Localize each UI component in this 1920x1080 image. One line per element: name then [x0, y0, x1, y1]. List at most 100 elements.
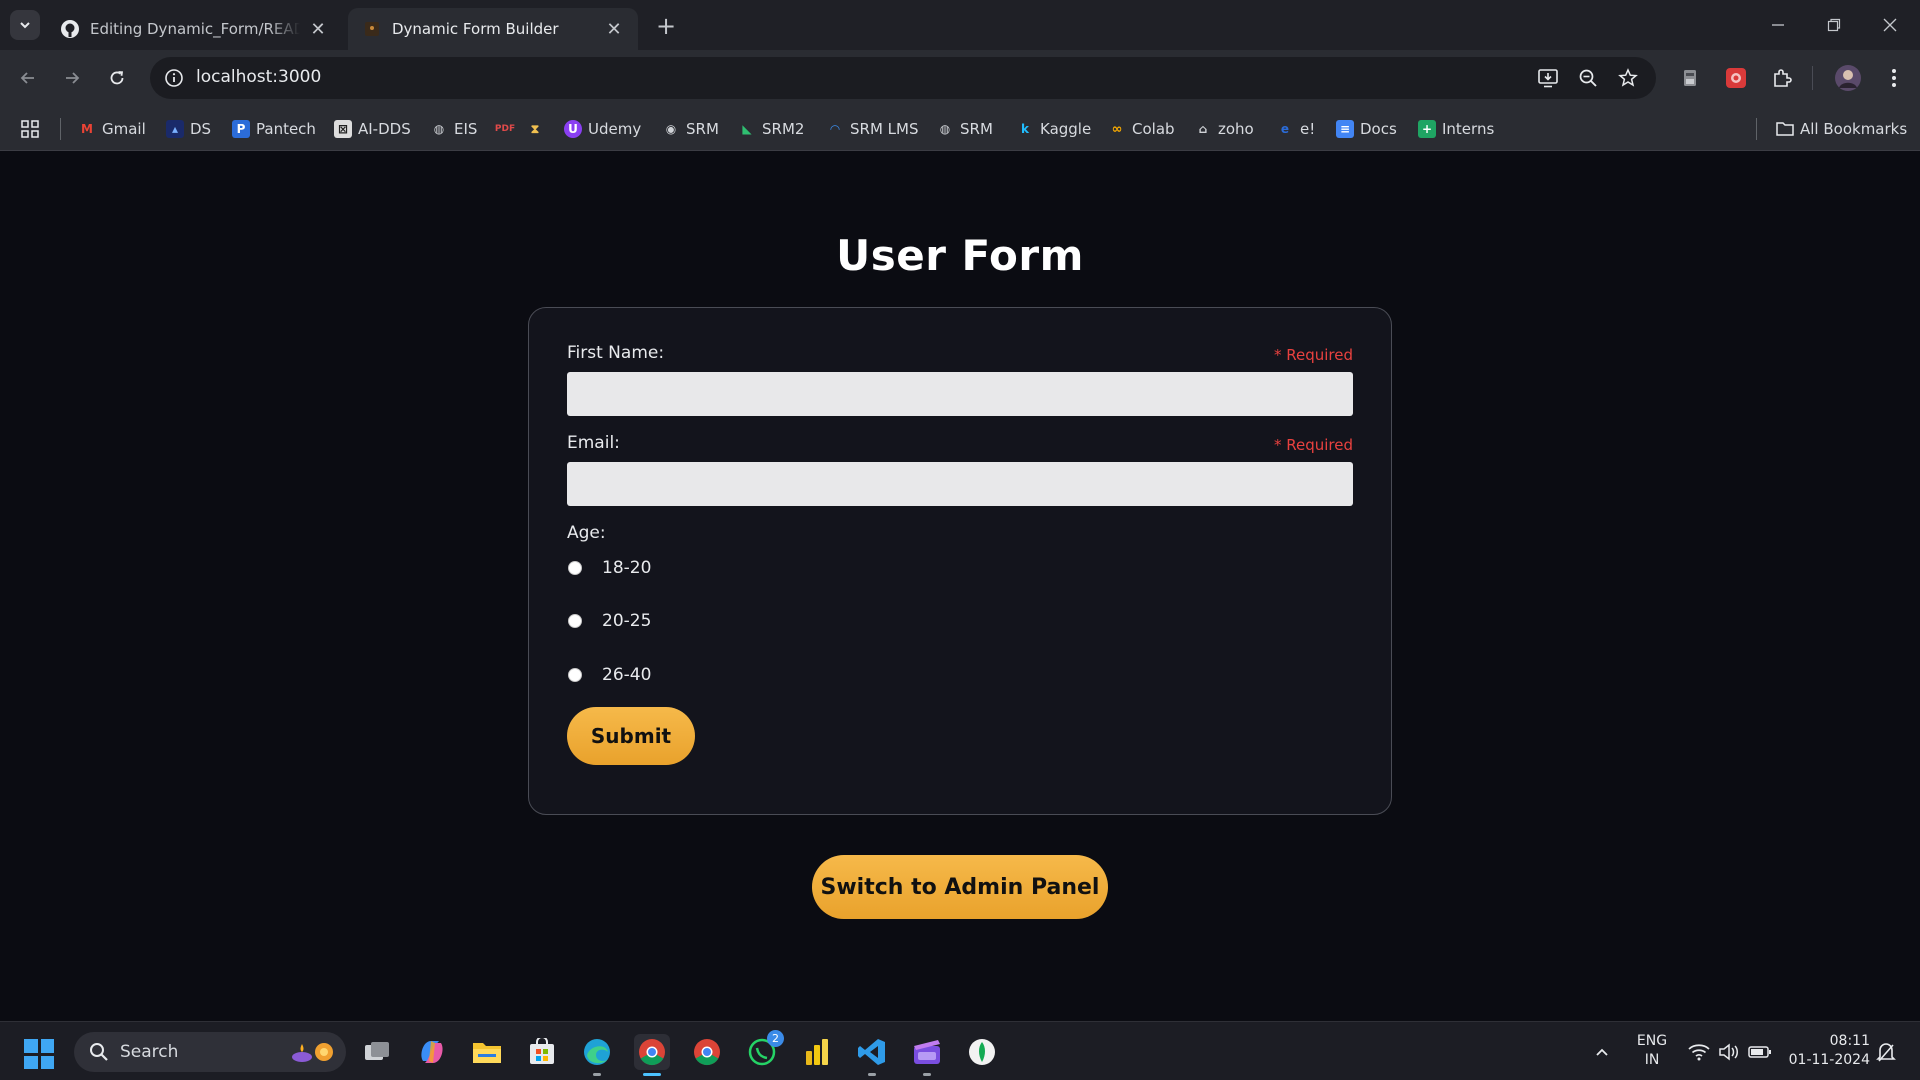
close-window-button[interactable]: [1862, 0, 1918, 50]
tab-title: Dynamic Form Builder: [392, 20, 559, 38]
install-app-icon[interactable]: [1536, 66, 1560, 90]
copilot-button[interactable]: [414, 1034, 450, 1070]
clipchamp-button[interactable]: [909, 1034, 945, 1076]
zoom-icon[interactable]: [1576, 66, 1600, 90]
apps-grid-button[interactable]: [20, 117, 40, 141]
chrome-profile-button[interactable]: [689, 1034, 725, 1070]
tab-search-button[interactable]: [10, 10, 40, 40]
bookmark-gmail[interactable]: M Gmail: [78, 117, 146, 141]
all-bookmarks-button[interactable]: All Bookmarks: [1776, 117, 1907, 141]
vscode-button[interactable]: [854, 1034, 890, 1076]
language-indicator[interactable]: ENG IN: [1630, 1032, 1674, 1070]
udemy-icon: U: [564, 120, 582, 138]
radio-button[interactable]: [568, 668, 582, 682]
tab-dynamic-form-builder[interactable]: Dynamic Form Builder ✕: [348, 8, 638, 50]
email-input[interactable]: [567, 462, 1353, 506]
bookmark-docs[interactable]: ≡ Docs: [1336, 117, 1397, 141]
extensions-puzzle-icon[interactable]: [1768, 64, 1796, 92]
switch-to-admin-button[interactable]: Switch to Admin Panel: [812, 855, 1108, 919]
forward-button[interactable]: [56, 62, 88, 94]
whatsapp-button[interactable]: 2: [744, 1030, 784, 1070]
age-option-26-40[interactable]: 26-40: [567, 663, 651, 687]
active-indicator: [643, 1073, 661, 1076]
extension-red-icon[interactable]: [1722, 64, 1750, 92]
reload-icon: [110, 71, 124, 85]
chrome-menu-button[interactable]: [1880, 64, 1908, 92]
bookmark-colab[interactable]: ∞ Colab: [1108, 117, 1175, 141]
chrome-active-button[interactable]: [634, 1034, 670, 1076]
quick-settings-button[interactable]: [1680, 1034, 1780, 1070]
bookmark-e[interactable]: e e!: [1276, 117, 1315, 141]
first-name-input[interactable]: [567, 372, 1353, 416]
bookmarks-bar: M Gmail ▴ DS P Pantech ⊠ AI-DDS ◍ EIS PDF ⧗ U…: [0, 107, 1920, 151]
vscode-icon: [858, 1039, 885, 1065]
taskbar-search[interactable]: Search: [74, 1032, 346, 1072]
search-icon: [88, 1041, 110, 1063]
region-code: IN: [1644, 1052, 1660, 1068]
site-info-icon[interactable]: [162, 66, 186, 90]
file-explorer-button[interactable]: [469, 1034, 505, 1070]
edge-button[interactable]: [579, 1034, 615, 1076]
gmail-icon: M: [81, 122, 93, 136]
bookmark-pantech[interactable]: P Pantech: [232, 117, 316, 141]
clock[interactable]: 08:11 01-11-2024: [1778, 1032, 1870, 1070]
new-tab-button[interactable]: +: [652, 12, 680, 40]
radio-button[interactable]: [568, 614, 582, 628]
bookmark-star-icon[interactable]: [1616, 66, 1640, 90]
windows-logo-icon: [24, 1039, 38, 1053]
bookmark-srm[interactable]: ◉ SRM: [662, 117, 719, 141]
age-option-20-25[interactable]: 20-25: [567, 609, 651, 633]
mongodb-compass-button[interactable]: [964, 1034, 1000, 1070]
first-name-label: First Name:: [567, 343, 665, 363]
close-tab-icon[interactable]: ✕: [308, 19, 328, 40]
bookmark-udemy[interactable]: U Udemy: [564, 117, 641, 141]
power-bi-button[interactable]: [799, 1034, 835, 1070]
reload-button[interactable]: [101, 62, 133, 94]
close-tab-icon[interactable]: ✕: [604, 19, 624, 40]
extension-printer-icon[interactable]: [1676, 64, 1704, 92]
minimize-button[interactable]: [1750, 0, 1806, 50]
ds-icon: ▴: [166, 120, 184, 138]
bookmark-srm2[interactable]: ◣ SRM2: [738, 117, 804, 141]
first-name-required: * Required: [1273, 346, 1353, 364]
task-view-button[interactable]: [359, 1034, 395, 1070]
notifications-button[interactable]: [1868, 1034, 1904, 1070]
microsoft-store-button[interactable]: [524, 1034, 560, 1070]
age-option-18-20[interactable]: 18-20: [567, 556, 651, 580]
running-indicator: [593, 1073, 601, 1076]
back-button[interactable]: [12, 62, 44, 94]
bookmark-ds[interactable]: ▴ DS: [166, 117, 211, 141]
bookmark-kaggle[interactable]: k Kaggle: [1016, 117, 1091, 141]
restore-button[interactable]: [1806, 0, 1862, 50]
bookmark-zoho[interactable]: ⌂ zoho: [1194, 117, 1254, 141]
pantech-icon: P: [232, 120, 250, 138]
address-bar[interactable]: localhost:3000: [150, 57, 1656, 99]
page-title: User Form: [836, 231, 1084, 280]
submit-button[interactable]: Submit: [567, 707, 695, 765]
restore-icon: [1827, 18, 1841, 32]
diwali-lamp-icon: [288, 1039, 336, 1065]
bookmarks-divider: [60, 118, 61, 140]
radio-button[interactable]: [568, 561, 582, 575]
profile-avatar[interactable]: [1834, 64, 1862, 92]
bookmark-interns[interactable]: + Interns: [1418, 117, 1494, 141]
windows-start-button[interactable]: [24, 1039, 54, 1069]
show-hidden-icons-button[interactable]: [1584, 1034, 1620, 1070]
toolbar-divider: [1812, 66, 1813, 90]
bookmark-ai-dds[interactable]: ⊠ AI-DDS: [334, 117, 411, 141]
clock-time: 08:11: [1829, 1033, 1870, 1049]
folder-icon: [473, 1043, 501, 1063]
url-text: localhost:3000: [196, 67, 322, 87]
age-option-label: 18-20: [602, 558, 652, 578]
bookmark-srm-lms[interactable]: ◠ SRM LMS: [826, 117, 918, 141]
tab-title: Editing Dynamic_Form/README: [90, 20, 300, 38]
bookmark-hourglass[interactable]: ⧗: [526, 117, 550, 141]
bookmark-srm-2[interactable]: ◍ SRM: [936, 117, 993, 141]
bookmark-pdf[interactable]: PDF: [494, 117, 520, 141]
bookmark-eis[interactable]: ◍ EIS: [430, 117, 478, 141]
pdf-icon: PDF: [494, 124, 516, 134]
email-required: * Required: [1273, 436, 1353, 454]
close-icon: [1883, 18, 1897, 32]
tab-editing-readme[interactable]: Editing Dynamic_Form/README ✕: [46, 8, 342, 50]
store-icon: [530, 1038, 554, 1064]
